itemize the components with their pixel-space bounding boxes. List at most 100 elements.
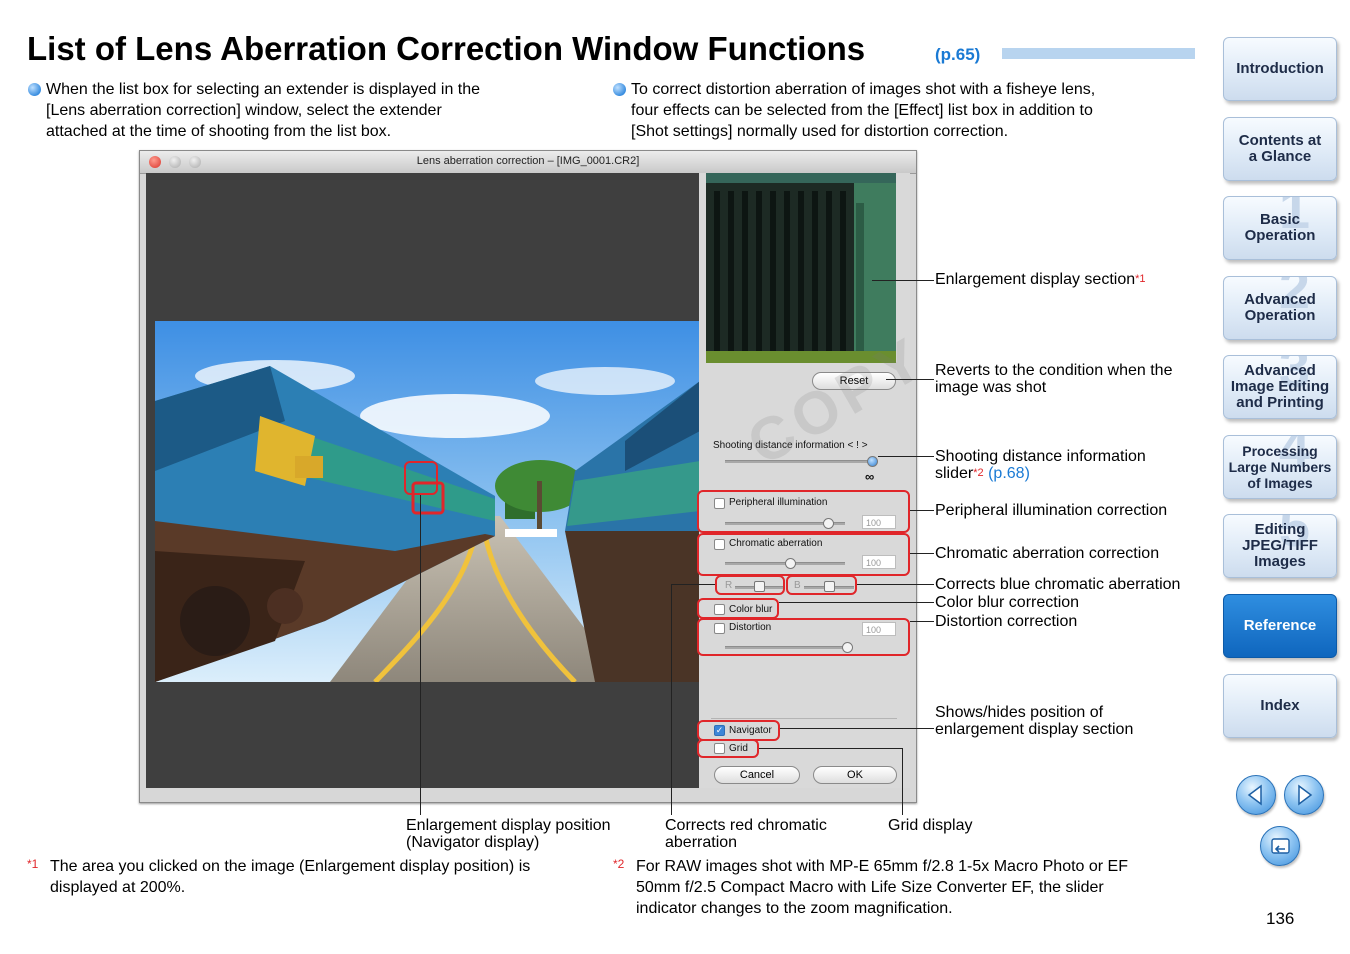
page-title: List of Lens Aberration Correction Windo… <box>27 30 866 67</box>
nav-label-line: Image Editing <box>1230 378 1330 395</box>
callout-blue: Corrects blue chromatic aberration <box>935 576 1181 593</box>
callout-enlargement-position: Enlargement display position (Navigator … <box>406 817 611 851</box>
callout-showhide-line: Shows/hides position of <box>935 704 1104 721</box>
footnote-2-line: 50mm f/2.5 Compact Macro with Life Size … <box>636 879 1104 896</box>
color-blur-highlight <box>697 598 779 619</box>
nav-label-line: Operation <box>1244 307 1316 324</box>
nav-processing-large-numbers[interactable]: 4 Processing Large Numbers of Images <box>1223 435 1337 499</box>
footnote-1: *1 The area you clicked on the image (En… <box>27 856 531 898</box>
footnote-marker-1: *1 <box>1135 273 1146 285</box>
train-photo <box>155 321 700 682</box>
leader-line <box>780 728 934 729</box>
infinity-icon: ∞ <box>865 469 875 484</box>
arrow-right-icon <box>1298 784 1313 806</box>
ok-button[interactable]: OK <box>813 766 897 784</box>
cancel-button[interactable]: Cancel <box>714 766 800 784</box>
nav-introduction-label: Introduction <box>1236 60 1324 77</box>
next-page-button[interactable] <box>1284 775 1324 815</box>
nav-label-line: Advanced <box>1244 291 1316 308</box>
callout-shooting-line: slider <box>935 465 974 482</box>
return-icon <box>1271 838 1290 854</box>
window-title: Lens aberration correction – [IMG_0001.C… <box>416 155 640 167</box>
callout-reverts: Reverts to the condition when the image … <box>935 362 1172 396</box>
peripheral-highlight <box>697 490 910 533</box>
footnote-1-mark: *1 <box>27 857 39 871</box>
intro-right-line: To correct distortion aberration of imag… <box>631 81 1096 98</box>
leader-line <box>872 280 934 281</box>
footnote-marker-2: *2 <box>973 467 984 479</box>
footnote-2: *2 For RAW images shot with MP-E 65mm f/… <box>613 856 1128 919</box>
shooting-distance-slider-knob[interactable] <box>867 456 878 467</box>
leader-line <box>910 621 934 622</box>
nav-contents[interactable]: Contents at a Glance <box>1223 117 1337 181</box>
arrow-left-icon <box>1247 784 1262 806</box>
leader-line <box>857 584 934 585</box>
return-page-button[interactable] <box>1260 826 1300 866</box>
nav-index[interactable]: Index <box>1223 674 1337 738</box>
callout-peripheral: Peripheral illumination correction <box>935 502 1168 519</box>
intro-bullet-left: When the list box for selecting an exten… <box>28 79 481 142</box>
nav-label-line: Basic <box>1259 211 1301 228</box>
nav-advanced-operation[interactable]: 2 Advanced Operation <box>1223 276 1337 340</box>
leader-line <box>910 553 934 554</box>
nav-label-line: Large Numbers <box>1228 459 1332 475</box>
callout-reverts-line: image was shot <box>935 379 1047 396</box>
nav-label-line: Processing <box>1242 443 1318 459</box>
navigator-checkbox-highlight <box>697 720 780 741</box>
bullet-dot-icon <box>613 83 626 96</box>
intro-left-line: [Lens aberration correction] window, sel… <box>46 102 442 119</box>
callout-enl-pos-line: Enlargement display position <box>406 817 611 834</box>
callout-red-line: Corrects red chromatic <box>665 817 827 834</box>
title-page-reference-link[interactable]: (p.65) <box>935 45 980 65</box>
nav-label-line: Advanced <box>1244 362 1316 379</box>
bullet-dot-icon <box>28 83 41 96</box>
footnote-2-line: For RAW images shot with MP-E 65mm f/2.8… <box>636 858 1128 875</box>
nav-reference[interactable]: Reference <box>1223 594 1337 658</box>
nav-label-line: of Images <box>1247 475 1313 491</box>
nav-label-line: Operation <box>1244 227 1316 244</box>
enlargement-display <box>706 173 896 363</box>
nav-editing-jpeg-tiff[interactable]: 5 Editing JPEG/TIFF Images <box>1223 514 1337 578</box>
footnote-2-mark: *2 <box>613 857 625 871</box>
lens-aberration-window-screenshot: Lens aberration correction – [IMG_0001.C… <box>139 150 938 803</box>
callout-grid: Grid display <box>888 817 973 834</box>
leader-line <box>886 379 934 380</box>
footnote-1-line: displayed at 200%. <box>50 879 186 896</box>
leader-line <box>910 510 934 511</box>
panel-divider <box>711 718 897 719</box>
shooting-page-reference-link[interactable]: (p.68) <box>988 465 1030 482</box>
previous-page-button[interactable] <box>1236 775 1276 815</box>
callout-showhide: Shows/hides position of enlargement disp… <box>935 704 1133 738</box>
distortion-highlight <box>697 618 910 656</box>
intro-left-line: attached at the time of shooting from th… <box>46 123 392 140</box>
leader-line <box>671 584 672 815</box>
red-correction-highlight <box>715 575 785 595</box>
nav-introduction[interactable]: Introduction <box>1223 37 1337 101</box>
nav-label-line: Contents at <box>1238 132 1322 149</box>
nav-label-line: a Glance <box>1248 148 1312 165</box>
intro-right-line: four effects can be selected from the [E… <box>631 102 1093 119</box>
grid-checkbox-highlight <box>697 739 759 758</box>
callout-showhide-line: enlargement display section <box>935 721 1134 738</box>
callout-enl-pos-line: (Navigator display) <box>406 834 540 851</box>
intro-left-line: When the list box for selecting an exten… <box>46 81 481 98</box>
nav-label-line: JPEG/TIFF <box>1242 537 1318 554</box>
footnote-1-line: The area you clicked on the image (Enlar… <box>50 858 531 875</box>
callout-red-chromatic: Corrects red chromatic aberration <box>665 817 827 851</box>
callout-reverts-line: Reverts to the condition when the <box>935 362 1173 379</box>
callout-enlargement: Enlargement display section*1 <box>935 271 1146 288</box>
control-panel: Reset Shooting distance information < ! … <box>699 173 910 788</box>
leader-line <box>779 602 934 603</box>
callout-chromatic: Chromatic aberration correction <box>935 545 1160 562</box>
chromatic-highlight <box>697 533 910 576</box>
leader-line <box>878 456 934 457</box>
navigator-position-highlight <box>404 461 438 495</box>
nav-label-line: Editing <box>1254 521 1306 538</box>
nav-advanced-image-editing[interactable]: 3 Advanced Image Editing and Printing <box>1223 355 1337 419</box>
leader-line <box>902 748 903 815</box>
callout-red-line: aberration <box>665 834 738 851</box>
callout-distortion: Distortion correction <box>935 613 1078 630</box>
nav-label-line: and Printing <box>1236 394 1324 411</box>
nav-basic-operation[interactable]: 1 Basic Operation <box>1223 196 1337 260</box>
leader-line <box>671 584 715 585</box>
